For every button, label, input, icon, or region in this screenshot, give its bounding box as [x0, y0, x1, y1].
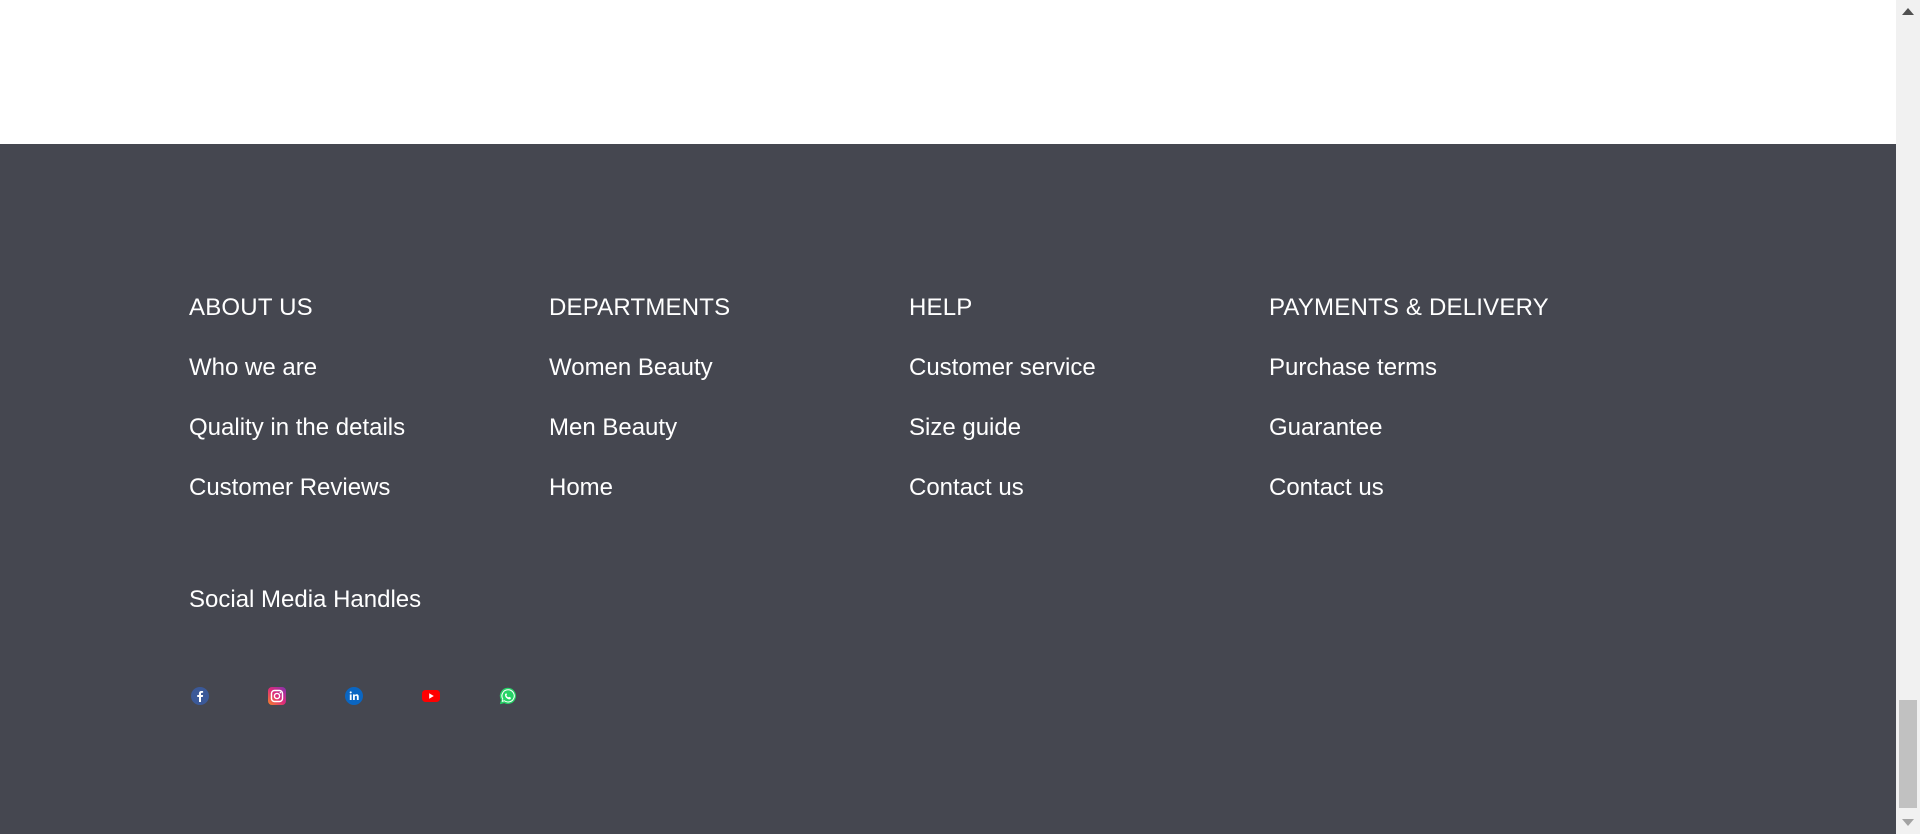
- footer-link-who-we-are[interactable]: Who we are: [189, 354, 529, 382]
- social-media-title: Social Media Handles: [189, 586, 422, 613]
- footer-link-quality[interactable]: Quality in the details: [189, 414, 529, 442]
- content-area-blank: [0, 0, 1896, 144]
- footer-link-contact-us-payments[interactable]: Contact us: [1269, 474, 1689, 502]
- footer-column-about: ABOUT US Who we are Quality in the detai…: [189, 294, 529, 534]
- footer-column-departments: DEPARTMENTS Women Beauty Men Beauty Home: [549, 294, 889, 534]
- footer-heading-help: HELP: [909, 294, 973, 321]
- footer-link-men-beauty[interactable]: Men Beauty: [549, 414, 889, 442]
- youtube-icon[interactable]: [421, 686, 441, 706]
- linkedin-icon[interactable]: [344, 686, 364, 706]
- footer-heading-about: ABOUT US: [189, 294, 313, 321]
- footer-link-guarantee[interactable]: Guarantee: [1269, 414, 1689, 442]
- footer-link-customer-service[interactable]: Customer service: [909, 354, 1249, 382]
- footer-link-customer-reviews[interactable]: Customer Reviews: [189, 474, 529, 502]
- scroll-up-arrow-icon[interactable]: [1902, 8, 1914, 15]
- facebook-icon[interactable]: [190, 686, 210, 706]
- whatsapp-icon[interactable]: [498, 686, 518, 706]
- vertical-scrollbar[interactable]: [1896, 0, 1920, 834]
- footer-column-help: HELP Customer service Size guide Contact…: [909, 294, 1249, 534]
- footer-link-women-beauty[interactable]: Women Beauty: [549, 354, 889, 382]
- page: ABOUT US Who we are Quality in the detai…: [0, 0, 1920, 834]
- footer-heading-payments: PAYMENTS & DELIVERY: [1269, 294, 1549, 321]
- footer-link-purchase-terms[interactable]: Purchase terms: [1269, 354, 1689, 382]
- site-footer: ABOUT US Who we are Quality in the detai…: [0, 144, 1896, 834]
- footer-link-contact-us-help[interactable]: Contact us: [909, 474, 1249, 502]
- instagram-icon[interactable]: [267, 686, 287, 706]
- footer-column-payments: PAYMENTS & DELIVERY Purchase terms Guara…: [1269, 294, 1689, 534]
- footer-heading-departments: DEPARTMENTS: [549, 294, 731, 321]
- footer-link-size-guide[interactable]: Size guide: [909, 414, 1249, 442]
- scrollbar-thumb[interactable]: [1899, 700, 1917, 808]
- footer-link-home[interactable]: Home: [549, 474, 889, 502]
- scroll-down-arrow-icon[interactable]: [1902, 819, 1914, 826]
